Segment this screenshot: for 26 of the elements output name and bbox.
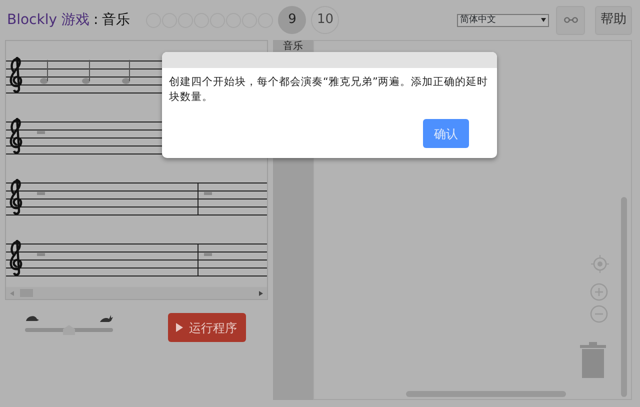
caret-icon: [541, 18, 546, 22]
toolbox-category[interactable]: 音乐: [273, 40, 313, 52]
link-button[interactable]: [556, 6, 585, 34]
link-icon: [564, 17, 578, 23]
app-title: Blockly 游戏: [7, 10, 90, 30]
play-icon: [176, 323, 183, 332]
title-separator: :: [94, 10, 98, 30]
vertical-scrollbar[interactable]: [621, 197, 627, 397]
run-program-button[interactable]: 运行程序: [168, 313, 246, 342]
help-button[interactable]: 帮助: [595, 6, 632, 34]
dialog-message: 创建四个开始块，每个都会演奏“雅克兄弟”两遍。添加正确的延时块数量。: [168, 75, 489, 105]
scroll-right-icon[interactable]: [259, 290, 263, 296]
slider-thumb[interactable]: [63, 325, 75, 335]
speed-slider[interactable]: [25, 328, 113, 332]
level-link[interactable]: 9: [278, 6, 306, 34]
rabbit-icon: [99, 314, 113, 323]
language-select[interactable]: 简体中文: [457, 14, 549, 26]
horizontal-scrollbar[interactable]: [406, 391, 566, 397]
turtle-icon: [25, 314, 39, 322]
level-link[interactable]: 10: [311, 6, 340, 34]
trash-icon[interactable]: [580, 342, 606, 378]
zoom-out-icon[interactable]: [590, 305, 608, 323]
zoom-in-icon[interactable]: [590, 283, 608, 301]
game-title: 音乐: [102, 10, 130, 30]
recenter-icon[interactable]: [591, 255, 609, 273]
scroll-left-icon[interactable]: [10, 290, 14, 296]
